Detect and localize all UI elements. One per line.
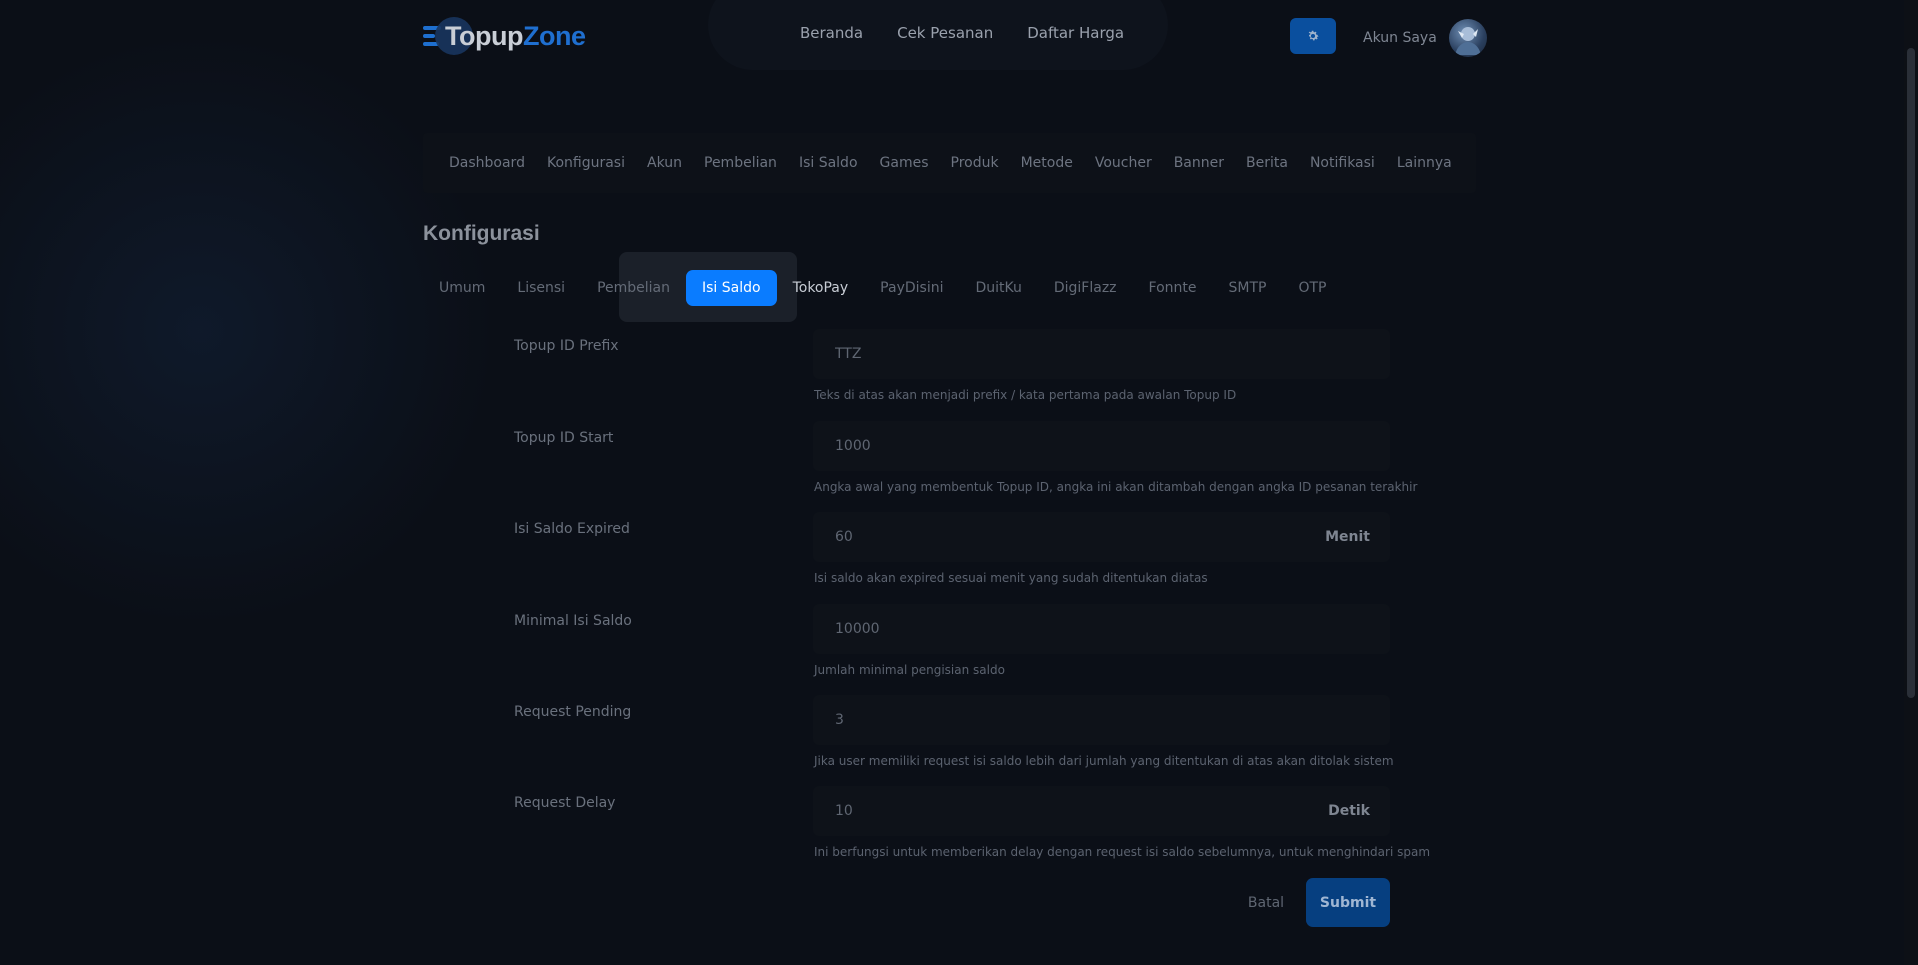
- brand-name-part2: Zone: [522, 20, 586, 51]
- nav-link-cek-pesanan[interactable]: Cek Pesanan: [897, 24, 993, 42]
- admin-menu-konfigurasi[interactable]: Konfigurasi: [547, 155, 625, 171]
- minimal-isi-saldo-help: Jumlah minimal pengisian saldo: [814, 663, 1005, 677]
- admin-menu-voucher[interactable]: Voucher: [1095, 155, 1152, 171]
- topup-id-start-field: [813, 421, 1390, 471]
- tab-fonnte[interactable]: Fonnte: [1133, 270, 1213, 306]
- admin-menu-lainnya[interactable]: Lainnya: [1397, 155, 1452, 171]
- admin-menu-akun[interactable]: Akun: [647, 155, 682, 171]
- tab-tokopay[interactable]: TokoPay: [777, 270, 865, 306]
- scrollbar-thumb[interactable]: [1907, 48, 1915, 698]
- brand-name: TopupZone: [445, 20, 586, 52]
- admin-menu-isi-saldo[interactable]: Isi Saldo: [799, 155, 858, 171]
- tab-paydisini[interactable]: PayDisini: [864, 270, 959, 306]
- scrollbar-track[interactable]: [1904, 0, 1918, 965]
- tab-isi-saldo[interactable]: Isi Saldo: [686, 270, 777, 306]
- tab-pembelian[interactable]: Pembelian: [581, 270, 686, 306]
- minimal-isi-saldo-label: Minimal Isi Saldo: [514, 613, 632, 629]
- minimal-isi-saldo-input[interactable]: [833, 604, 1370, 654]
- page: TopupZone Beranda Cek Pesanan Daftar Har…: [0, 0, 1918, 965]
- main-nav: Beranda Cek Pesanan Daftar Harga: [800, 24, 1124, 42]
- isi-saldo-expired-field: Menit: [813, 512, 1390, 562]
- topup-id-prefix-field: [813, 329, 1390, 379]
- account-menu[interactable]: Akun Saya: [1363, 18, 1487, 58]
- admin-menu-berita[interactable]: Berita: [1246, 155, 1288, 171]
- request-pending-help: Jika user memiliki request isi saldo leb…: [814, 754, 1394, 768]
- request-delay-help: Ini berfungsi untuk memberikan delay den…: [814, 845, 1431, 859]
- brand-logo[interactable]: TopupZone: [423, 16, 586, 56]
- topup-id-start-help: Angka awal yang membentuk Topup ID, angk…: [814, 480, 1418, 494]
- nav-link-daftar-harga[interactable]: Daftar Harga: [1027, 24, 1124, 42]
- avatar: [1448, 19, 1487, 57]
- brand-name-part1: Topup: [445, 20, 523, 51]
- admin-menu-banner[interactable]: Banner: [1174, 155, 1224, 171]
- gear-icon: [1308, 30, 1319, 41]
- isi-saldo-expired-input[interactable]: [833, 512, 1326, 562]
- tab-digiflazz[interactable]: DigiFlazz: [1038, 270, 1133, 306]
- nav-link-beranda[interactable]: Beranda: [800, 24, 863, 42]
- tab-umum[interactable]: Umum: [439, 270, 501, 306]
- tab-otp[interactable]: OTP: [1282, 270, 1342, 306]
- request-delay-input[interactable]: [833, 786, 1329, 836]
- isi-saldo-expired-suffix: Menit: [1325, 529, 1370, 545]
- request-pending-field: [813, 695, 1390, 745]
- topup-id-start-label: Topup ID Start: [514, 430, 614, 446]
- config-tabs: Umum Lisensi Pembelian Isi Saldo TokoPay…: [439, 270, 1342, 306]
- topup-id-prefix-input[interactable]: [833, 329, 1370, 379]
- isi-saldo-expired-help: Isi saldo akan expired sesuai menit yang…: [814, 571, 1208, 585]
- tab-smtp[interactable]: SMTP: [1213, 270, 1283, 306]
- isi-saldo-expired-label: Isi Saldo Expired: [514, 521, 630, 537]
- request-delay-label: Request Delay: [514, 795, 616, 811]
- request-pending-label: Request Pending: [514, 704, 632, 720]
- topup-id-start-input[interactable]: [833, 421, 1370, 471]
- cancel-button[interactable]: Batal: [1240, 879, 1292, 927]
- admin-menu-pembelian[interactable]: Pembelian: [704, 155, 777, 171]
- admin-menu-notifikasi[interactable]: Notifikasi: [1310, 155, 1375, 171]
- avatar-image-icon: [1454, 27, 1481, 55]
- tab-lisensi[interactable]: Lisensi: [501, 270, 581, 306]
- topup-id-prefix-label: Topup ID Prefix: [514, 338, 619, 354]
- request-delay-field: Detik: [813, 786, 1390, 836]
- admin-menu-dashboard[interactable]: Dashboard: [449, 155, 525, 171]
- request-pending-input[interactable]: [833, 695, 1370, 745]
- admin-menu-games[interactable]: Games: [880, 155, 929, 171]
- admin-menu-metode[interactable]: Metode: [1021, 155, 1073, 171]
- admin-menu-produk[interactable]: Produk: [951, 155, 999, 171]
- account-label: Akun Saya: [1363, 30, 1437, 46]
- topup-id-prefix-help: Teks di atas akan menjadi prefix / kata …: [814, 388, 1237, 402]
- page-title: Konfigurasi: [423, 222, 540, 245]
- admin-menu-bar: Dashboard Konfigurasi Akun Pembelian Isi…: [423, 133, 1476, 193]
- minimal-isi-saldo-field: [813, 604, 1390, 654]
- tab-duitku[interactable]: DuitKu: [959, 270, 1037, 306]
- request-delay-suffix: Detik: [1328, 803, 1370, 819]
- settings-button[interactable]: [1290, 18, 1336, 54]
- submit-button[interactable]: Submit: [1306, 878, 1390, 927]
